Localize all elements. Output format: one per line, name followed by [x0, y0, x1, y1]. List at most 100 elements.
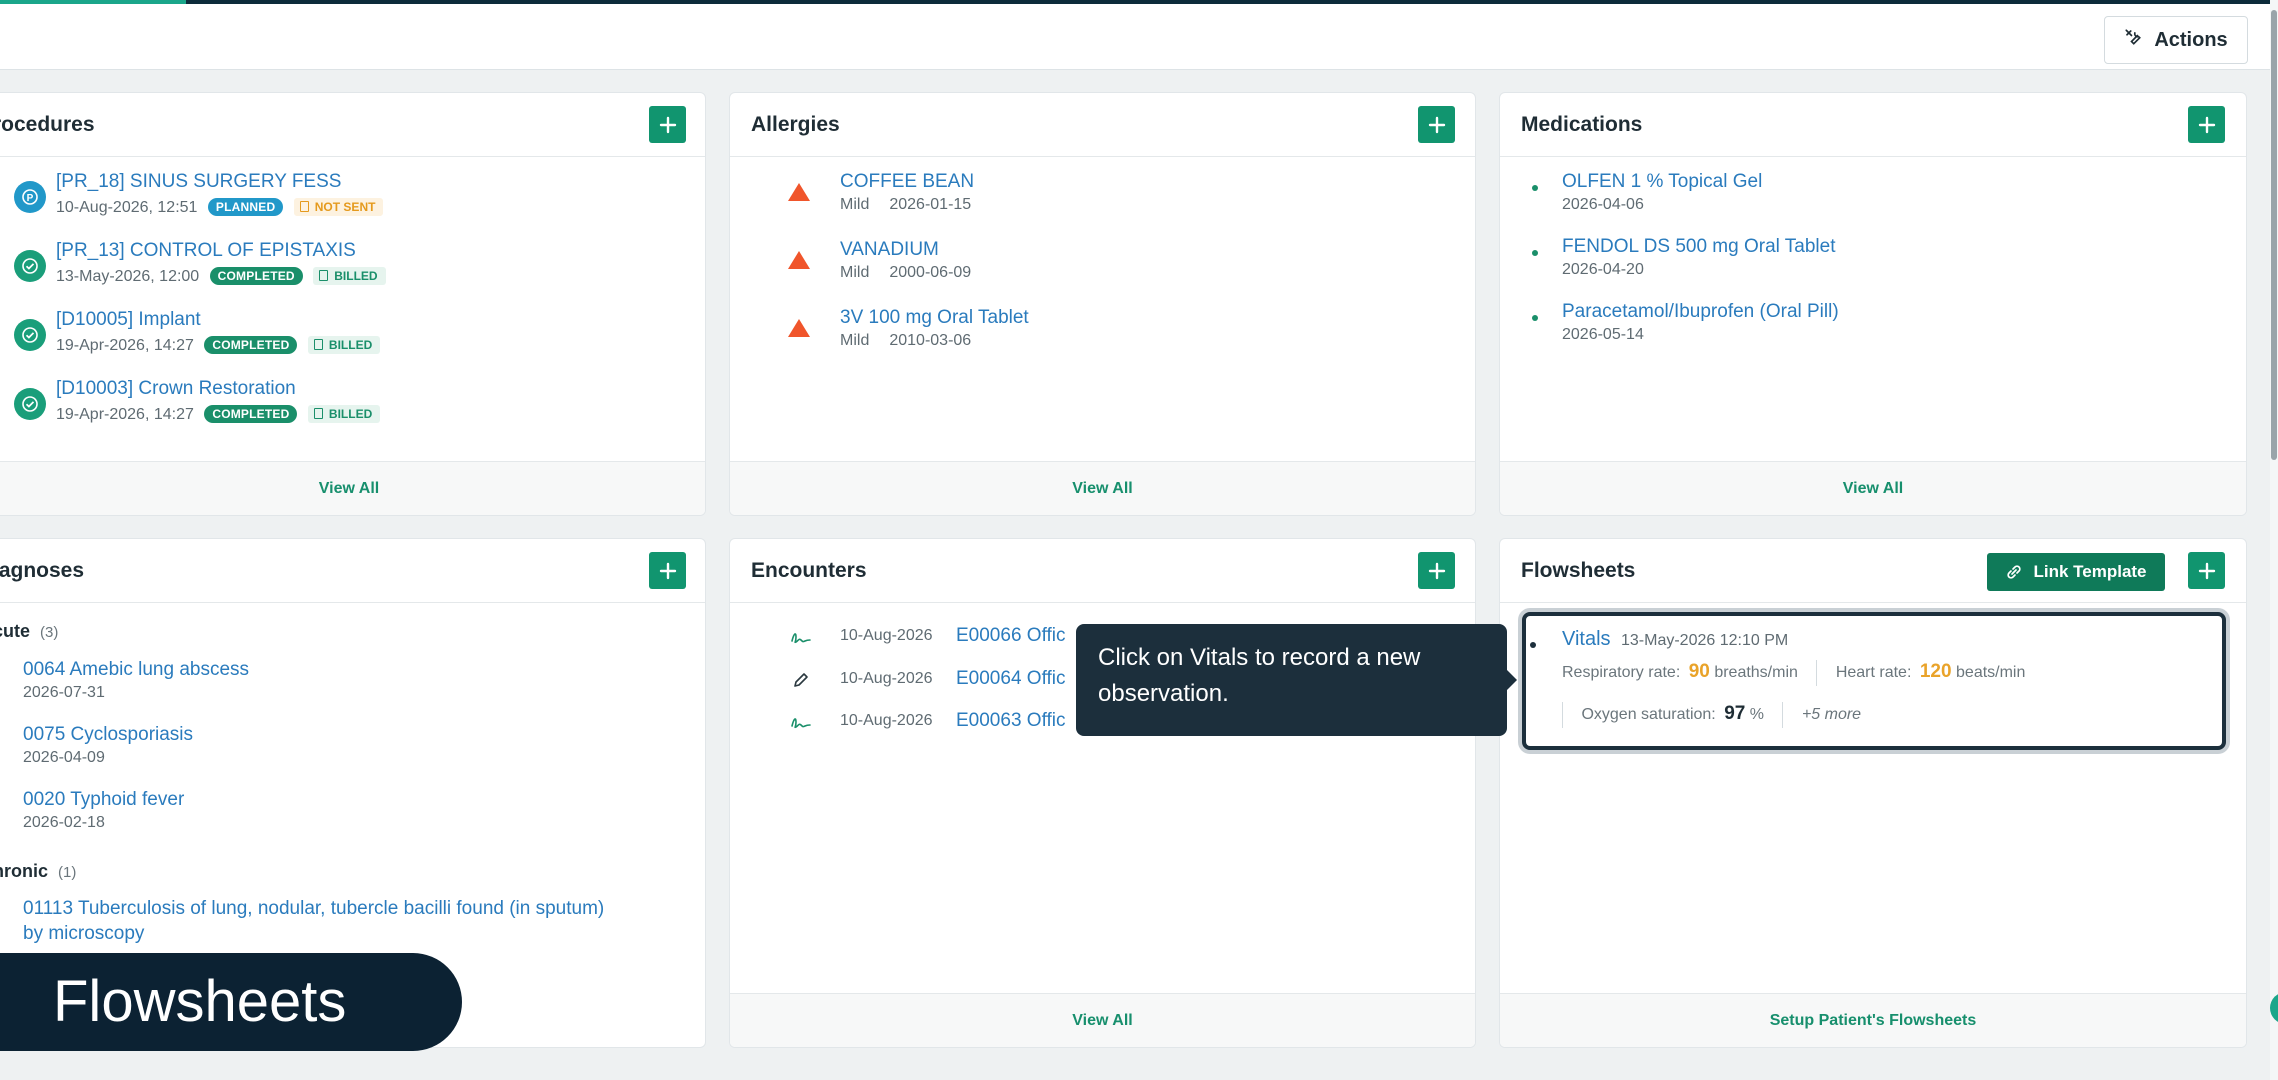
heart-rate-unit: beats/min	[1956, 664, 2026, 682]
encounter-date: 10-Aug-2026	[840, 627, 933, 644]
vitals-link[interactable]: Vitals	[1562, 628, 1611, 650]
vitals-datetime: 13-May-2026 12:10 PM	[1621, 632, 1789, 649]
vitals-row-2: Oxygen saturation: 97 % +5 more	[1562, 702, 1861, 728]
billing-tag: BILLED	[313, 267, 386, 285]
diagnosis-item[interactable]: 01113 Tuberculosis of lung, nodular, tub…	[23, 898, 604, 945]
vitals-flowsheet-item[interactable]: Vitals 13-May-2026 12:10 PM Respiratory …	[1522, 612, 2226, 750]
link-template-label: Link Template	[2033, 562, 2147, 581]
actions-button[interactable]: Actions	[2104, 16, 2248, 64]
add-diagnosis-button[interactable]	[649, 552, 686, 589]
medications-header: Medications	[1500, 93, 2246, 157]
oxygen-saturation-unit: %	[1749, 706, 1765, 724]
chronic-count: (1)	[58, 864, 77, 881]
top-bar: Actions	[0, 0, 2278, 70]
allergy-date: 2010-03-06	[889, 332, 972, 349]
add-medication-button[interactable]	[2188, 106, 2225, 143]
warning-triangle-icon	[788, 251, 810, 269]
procedure-name[interactable]: [D10003] Crown Restoration	[56, 378, 296, 400]
encounter-code[interactable]: E00066 Offic	[956, 625, 1066, 647]
diagnosis-date: 2026-02-18	[23, 814, 105, 831]
acute-group-label[interactable]: cute(3)	[0, 621, 58, 642]
status-badge: PLANNED	[207, 198, 284, 216]
medications-view-all[interactable]: View All	[1500, 461, 2246, 515]
oxygen-saturation-value: 97	[1724, 703, 1746, 725]
divider	[1562, 702, 1563, 728]
allergies-title: Allergies	[751, 113, 840, 136]
signature-icon	[790, 629, 812, 650]
status-badge: COMPLETED	[204, 336, 298, 354]
acute-count: (3)	[40, 624, 59, 641]
add-procedure-button[interactable]	[649, 106, 686, 143]
page-scrollbar[interactable]	[2270, 0, 2278, 1080]
document-icon	[313, 339, 323, 350]
diagnoses-header: iagnoses	[0, 539, 705, 603]
encounters-card: Encounters 10-Aug-2026 E00066 Offic 10-A…	[729, 538, 1476, 1048]
encounter-code[interactable]: E00063 Offic	[956, 710, 1066, 732]
signature-icon	[790, 714, 812, 735]
procedures-title: rocedures	[0, 113, 95, 136]
allergy-item[interactable]: 3V 100 mg Oral Tablet Mild 2010-03-06	[730, 307, 1430, 367]
medications-title: Medications	[1521, 113, 1643, 136]
allergy-name[interactable]: VANADIUM	[840, 239, 939, 261]
check-circle-icon	[14, 319, 46, 351]
add-allergy-button[interactable]	[1418, 106, 1455, 143]
medication-item[interactable]: OLFEN 1 % Topical Gel 2026-04-06	[1500, 171, 2200, 231]
diagnosis-item[interactable]: 0075 Cyclosporiasis 2026-04-09	[23, 724, 193, 767]
medication-date: 2026-04-06	[1562, 196, 1644, 213]
status-badge: COMPLETED	[204, 405, 298, 423]
allergies-card: Allergies COFFEE BEAN Mild 2026-01-15 VAN…	[729, 92, 1476, 516]
diagnosis-item[interactable]: 0020 Typhoid fever 2026-02-18	[23, 789, 184, 832]
allergies-view-all[interactable]: View All	[730, 461, 1475, 515]
allergy-item[interactable]: VANADIUM Mild 2000-06-09	[730, 239, 1430, 299]
allergy-date: 2026-01-15	[889, 196, 972, 213]
plus-icon	[1428, 116, 1445, 133]
procedure-name[interactable]: [PR_18] SINUS SURGERY FESS	[56, 171, 341, 193]
bullet-icon	[1530, 642, 1536, 648]
encounter-code[interactable]: E00064 Offic	[956, 668, 1066, 690]
procedures-view-all[interactable]: View All	[0, 461, 705, 515]
bullet-icon	[1532, 315, 1538, 321]
diagnosis-date: 2026-07-31	[23, 684, 105, 701]
respiratory-rate-value: 90	[1688, 661, 1710, 683]
vitals-row-1: Respiratory rate: 90 breaths/min Heart r…	[1562, 660, 2025, 686]
bullet-icon	[1532, 185, 1538, 191]
chronic-group-label[interactable]: hronic(1)	[0, 861, 76, 882]
allergy-item[interactable]: COFFEE BEAN Mild 2026-01-15	[730, 171, 1430, 231]
planned-icon: P	[14, 181, 46, 213]
add-encounter-button[interactable]	[1418, 552, 1455, 589]
encounters-view-all[interactable]: View All	[730, 993, 1475, 1047]
scrollbar-thumb[interactable]	[2271, 10, 2277, 460]
allergy-name[interactable]: 3V 100 mg Oral Tablet	[840, 307, 1029, 329]
diagnosis-name[interactable]: 0064 Amebic lung abscess	[23, 659, 249, 681]
add-flowsheet-button[interactable]	[2188, 552, 2225, 589]
diagnoses-title: iagnoses	[0, 559, 85, 582]
divider	[1782, 702, 1784, 728]
medication-item[interactable]: Paracetamol/Ibuprofen (Oral Pill) 2026-0…	[1500, 301, 2200, 361]
medication-name[interactable]: Paracetamol/Ibuprofen (Oral Pill)	[1562, 301, 1839, 323]
medications-card: Medications OLFEN 1 % Topical Gel 2026-0…	[1499, 92, 2247, 516]
diagnosis-name[interactable]: 0020 Typhoid fever	[23, 789, 184, 811]
billing-tag: NOT SENT	[293, 198, 384, 216]
medication-date: 2026-04-20	[1562, 261, 1644, 278]
medication-name[interactable]: FENDOL DS 500 mg Oral Tablet	[1562, 236, 1836, 258]
diagnosis-name-line2[interactable]: by microscopy	[23, 923, 604, 945]
diagnosis-name[interactable]: 0075 Cyclosporiasis	[23, 724, 193, 746]
procedure-datetime: 10-Aug-2026, 12:51	[56, 199, 198, 216]
medication-item[interactable]: FENDOL DS 500 mg Oral Tablet 2026-04-20	[1500, 236, 2200, 296]
link-template-button[interactable]: Link Template	[1987, 553, 2165, 591]
more-vitals-link[interactable]: +5 more	[1802, 706, 1861, 723]
procedure-datetime: 19-Apr-2026, 14:27	[56, 337, 194, 354]
procedure-name[interactable]: [PR_13] CONTROL OF EPISTAXIS	[56, 240, 356, 262]
procedures-card: rocedures P [PR_18] SINUS SURGERY FESS 1…	[0, 92, 706, 516]
diagnosis-item[interactable]: 0064 Amebic lung abscess 2026-07-31	[23, 659, 249, 702]
allergy-severity: Mild	[840, 196, 870, 213]
billing-tag: BILLED	[307, 405, 381, 423]
allergy-name[interactable]: COFFEE BEAN	[840, 171, 974, 193]
actions-label: Actions	[2154, 28, 2228, 51]
setup-flowsheets-link[interactable]: Setup Patient's Flowsheets	[1500, 993, 2246, 1047]
divider	[1816, 660, 1818, 686]
procedure-name[interactable]: [D10005] Implant	[56, 309, 201, 331]
diagnosis-name-line1[interactable]: 01113 Tuberculosis of lung, nodular, tub…	[23, 898, 604, 920]
oxygen-saturation-label: Oxygen saturation:	[1581, 706, 1716, 724]
medication-name[interactable]: OLFEN 1 % Topical Gel	[1562, 171, 1762, 193]
